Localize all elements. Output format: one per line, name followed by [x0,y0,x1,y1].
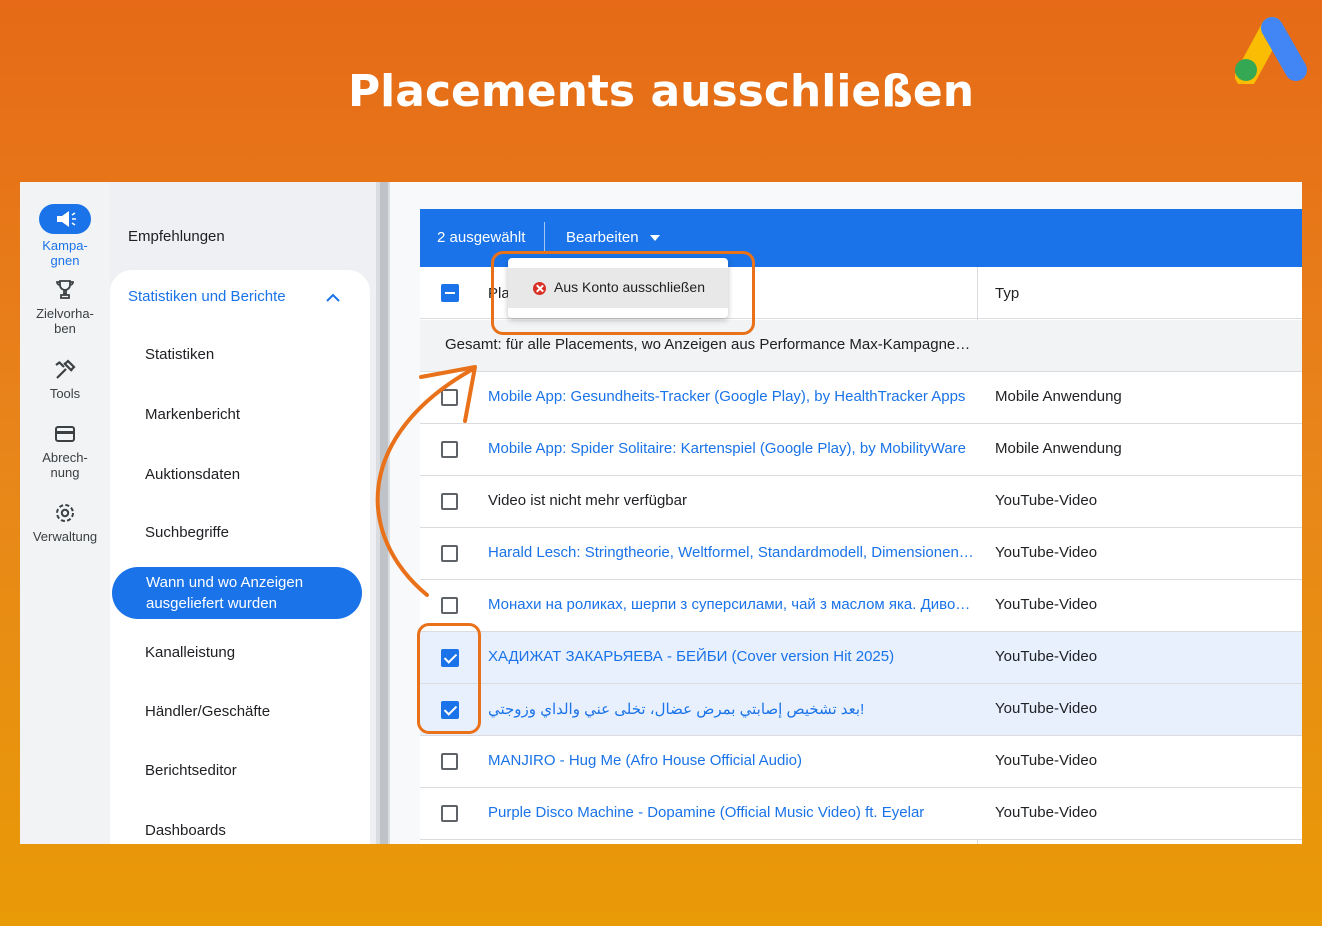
table-row[interactable]: Монахи на роликах, шерпи з суперсилами, … [420,580,1302,632]
placement-type: YouTube-Video [995,596,1098,613]
placement-link[interactable]: Harald Lesch: Stringtheorie, Weltformel,… [488,544,974,561]
table-row[interactable]: Purple Disco Machine - Dopamine (Officia… [420,788,1302,840]
selected-count: 2 ausgewählt [437,229,526,246]
secondary-nav: Empfehlungen Statistiken und Berichte St… [110,182,376,844]
icon-rail: Kampa- gnen Zielvorha- ben Tools Abrech-… [20,182,110,844]
table-row[interactable]: !بعد تشخيص إصابتي بمرض عضال، تخلى عني وا… [420,684,1302,736]
table-row[interactable]: Harald Lesch: Stringtheorie, Weltformel,… [420,528,1302,580]
placements-table: Pla Typ Gesamt: für alle Placements, wo … [420,267,1302,844]
rail-label-admin: Verwaltung [32,529,98,544]
nav-item-search-terms[interactable]: Suchbegriffe [145,524,229,541]
table-row[interactable]: Mobile App: Gesundheits-Tracker (Google … [420,372,1302,424]
nav-item-report-editor[interactable]: Berichtseditor [145,762,237,779]
chevron-up-icon[interactable] [324,290,342,304]
placement-type: YouTube-Video [995,544,1098,561]
gear-icon [56,504,74,522]
row-checkbox[interactable] [441,805,458,822]
rail-item-campaigns[interactable]: Kampa- gnen [20,204,110,268]
nav-item-where-ads-showed[interactable]: Wann und wo Anzeigen ausgeliefert wurden [112,567,362,619]
placement-link[interactable]: MANJIRO - Hug Me (Afro House Official Au… [488,752,974,769]
table-row[interactable]: Video ist nicht mehr verfügbar YouTube-Vi… [420,476,1302,528]
placement-type: YouTube-Video [995,492,1098,509]
google-ads-logo [1235,17,1307,84]
page-title: Placements ausschließen [347,66,975,117]
rail-label-tools: Tools [49,386,81,401]
placement-type: YouTube-Video [995,700,1098,717]
nav-item-recommendations[interactable]: Empfehlungen [128,228,225,245]
placement-link[interactable]: Монахи на роликах, шерпи з суперсилами, … [488,596,974,613]
table-row[interactable]: Mobile App: Spider Solitaire: Kartenspie… [420,424,1302,476]
toolbar-separator [544,222,545,254]
placement-type: Mobile Anwendung [995,440,1122,457]
total-row-text: Gesamt: für alle Placements, wo Anzeigen… [445,336,973,353]
rail-label-goals: Zielvorha- ben [36,306,94,336]
nav-section-reports[interactable]: Statistiken und Berichte [128,288,286,305]
nav-item-brand-report[interactable]: Markenbericht [145,406,240,423]
edit-dropdown-button[interactable]: Bearbeiten [566,229,639,246]
placement-type: Mobile Anwendung [995,388,1122,405]
header-type[interactable]: Typ [995,285,1019,302]
placement-link[interactable]: Purple Disco Machine - Dopamine (Officia… [488,804,974,821]
row-checkbox[interactable] [441,753,458,770]
rail-item-goals[interactable]: Zielvorha- ben [20,278,110,336]
rail-item-billing[interactable]: Abrech- nung [20,422,110,480]
curved-arrow-annotation [375,365,477,597]
placement-link[interactable]: Mobile App: Gesundheits-Tracker (Google … [488,388,974,405]
placement-type: YouTube-Video [995,648,1098,665]
nav-item-auction-insights[interactable]: Auktionsdaten [145,466,240,483]
rail-item-admin[interactable]: Verwaltung [20,501,110,544]
rail-label-campaigns: Kampa- gnen [42,238,88,268]
nav-item-channel-performance[interactable]: Kanalleistung [145,644,235,661]
checkbox-highlight-box [417,623,481,734]
placement-text: Video ist nicht mehr verfügbar [488,492,687,509]
menu-highlight-box [491,251,755,335]
trophy-icon [56,280,74,299]
placement-link[interactable]: ХАДИЖАТ ЗАКАРЬЯЕВА - БЕЙБИ (Cover versio… [488,648,974,665]
nav-item-dashboards[interactable]: Dashboards [145,822,226,839]
credit-card-icon [55,426,75,442]
select-all-checkbox[interactable] [441,284,459,302]
placement-link[interactable]: Mobile App: Spider Solitaire: Kartenspie… [488,440,974,457]
nav-item-merchants-stores[interactable]: Händler/Geschäfte [145,703,270,720]
nav-item-statistics[interactable]: Statistiken [145,346,214,363]
rail-item-tools[interactable]: Tools [20,358,110,401]
placement-link[interactable]: !بعد تشخيص إصابتي بمرض عضال، تخلى عني وا… [488,700,974,718]
placement-type: YouTube-Video [995,752,1098,769]
megaphone-icon [39,204,91,234]
table-row[interactable]: MANJIRO - Hug Me (Afro House Official Au… [420,736,1302,788]
table-row[interactable]: ХАДИЖАТ ЗАКАРЬЯЕВА - БЕЙБИ (Cover versio… [420,632,1302,684]
rail-label-billing: Abrech- nung [42,450,88,480]
tools-icon [55,359,76,379]
placement-type: YouTube-Video [995,804,1098,821]
caret-down-icon[interactable] [650,235,660,241]
